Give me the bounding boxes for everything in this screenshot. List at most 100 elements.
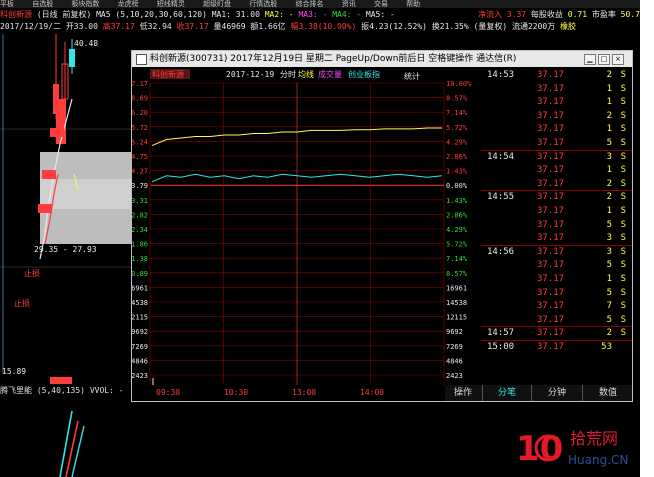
close-button[interactable]: × (612, 54, 624, 65)
quote-volume: 量46969 (213, 22, 246, 31)
tape-side: S (620, 178, 626, 189)
tape-row: 37.17 1 S (481, 164, 632, 176)
indicator-params: (5,40,135) (36, 386, 85, 395)
right-axis-tick: 8.57% (446, 95, 468, 103)
right-axis-tick: 2423 (446, 372, 463, 380)
low-price-label: 15.89 (2, 367, 26, 376)
pe-label: 市盈率 (591, 10, 616, 19)
tape-vol: 1 (606, 97, 612, 108)
watermark-url: Huang.CN (568, 453, 628, 467)
tape-row: 14:53 37.17 2 S (481, 69, 632, 81)
tape-row: 14:55 37.17 2 S (481, 191, 632, 203)
tab-operate[interactable]: 操作 (445, 385, 481, 401)
window-title: 科创新源(300731) 2017年12月19日 星期二 PageUp/Down… (150, 54, 517, 64)
quote-low: 低32.94 (139, 22, 172, 31)
left-axis-tick: 31.86 (132, 241, 148, 249)
high-price-label: 40.48 (74, 39, 98, 48)
left-axis-tick: 36.69 (132, 95, 148, 103)
kline-chart[interactable]: 40.48 29.35 - 27.93 15.89 止损 止损 (0, 34, 140, 384)
menu-item[interactable]: 帮助 (406, 0, 420, 8)
tape-vol: 5 (606, 314, 612, 325)
tape-vol: 5 (606, 260, 612, 271)
menu-item[interactable]: 板块指数 (71, 0, 99, 8)
stats-button[interactable]: 统计 (404, 71, 420, 81)
menu-item[interactable]: 自选股 (32, 0, 53, 8)
menu-item[interactable]: 资讯 (342, 0, 356, 8)
quote-change: 幅3.38(10.00%) (290, 22, 357, 31)
quote-amplitude: 振4.23(12.52%) (361, 22, 427, 31)
tape-row: 37.17 1 S (481, 205, 632, 217)
tape-row: 37.17 1 S (481, 273, 632, 285)
tape-time: 14:57 (487, 328, 515, 339)
tab-minutes[interactable]: 分钟 (531, 385, 582, 401)
tape-side: S (620, 192, 626, 203)
tape-time: 14:53 (487, 70, 515, 80)
intraday-chart[interactable]: 37.17 36.69 36.20 35.72 35.24 34.75 34.27 33.79… (132, 67, 472, 385)
ma2-value: MA2: - (264, 10, 294, 19)
tape-vol: 1 (606, 124, 612, 135)
tape-side: S (620, 83, 626, 94)
tape-row: 37.17 5 S (481, 287, 632, 299)
tape-row: 37.17 5 S (481, 259, 632, 271)
tape-side: S (620, 206, 626, 216)
watermark-brand: 拾荒网 (570, 429, 618, 448)
tab-ticks[interactable]: 分笔 (482, 385, 531, 401)
eps-value: 0.71 (567, 10, 588, 19)
intraday-popup-window[interactable]: 科创新源(300731) 2017年12月19日 星期二 PageUp/Down… (131, 50, 633, 402)
time-axis: 09:30 10:30 13:00 14:00 (132, 385, 445, 401)
right-axis-tick: 5.72% (446, 124, 468, 132)
tape-side: S (620, 219, 626, 230)
maximize-button[interactable]: □ (598, 54, 610, 65)
left-axis-tick: 33.79 (132, 182, 148, 190)
indicator-line (71, 425, 85, 477)
tape-price: 37.17 (537, 314, 565, 325)
tape-row: 37.17 1 S (481, 96, 632, 108)
tape-side: S (620, 287, 626, 298)
right-axis-tick: 10.00% (446, 80, 472, 88)
right-axis-tick: 1.43% (446, 197, 468, 205)
tape-price: 37.17 (537, 97, 565, 108)
window-titlebar[interactable]: 科创新源(300731) 2017年12月19日 星期二 PageUp/Down… (132, 51, 632, 67)
quote-row: 2017/12/19/二 开33.00 高37.17 低32.94 收37.17… (0, 22, 640, 32)
right-axis-tick: 1.43% (446, 168, 468, 176)
left-axis-tick: 2423 (132, 372, 148, 380)
indicator-line (65, 420, 79, 477)
menu-item[interactable]: 交易 (374, 0, 388, 8)
right-axis-tick: 14538 (446, 299, 467, 307)
indicator-vvol: VVOL: - (89, 386, 124, 395)
minimize-button[interactable]: ▁ (584, 54, 596, 65)
fundamentals: 净流入 3.37 每股收益 0.71 市盈率 50.79 (478, 10, 640, 20)
tape-side: S (620, 165, 626, 176)
left-axis-tick: 36.20 (132, 109, 148, 117)
menu-item[interactable]: 平板 (0, 0, 14, 8)
tape-row: 37.17 5 S (481, 137, 632, 149)
left-axis-tick: 16961 (132, 284, 148, 292)
tape-side: S (620, 274, 626, 284)
tape-row: 14:56 37.17 3 S (481, 246, 632, 258)
tape-price: 37.17 (537, 83, 565, 94)
chart-mode: (日线 前复权) (36, 10, 92, 19)
range-label: 29.35 - 27.93 (34, 245, 97, 254)
tape-vol: 2 (606, 178, 612, 189)
tick-tape: 14:53 37.17 2 S 37.17 1 S 37.17 1 S 37.17 2 S 37.17 1 S… (481, 67, 632, 385)
stop-loss-tag: 止损 (14, 298, 30, 308)
tape-vol: 2 (606, 192, 612, 203)
menu-item[interactable]: 行情选股 (249, 0, 277, 8)
tape-row: 14:54 37.17 3 S (481, 151, 632, 163)
tab-values[interactable]: 数值 (582, 385, 633, 401)
menu-item[interactable]: 短线精灵 (157, 0, 185, 8)
quote-note: (量复权) (473, 22, 508, 31)
tape-row: 15:00 37.17 53 (481, 341, 632, 353)
right-axis-tick: 4.29% (446, 226, 468, 234)
menu-item[interactable]: 龙虎榜 (118, 0, 139, 8)
tape-price: 37.17 (537, 246, 565, 257)
watermark-number: 10 (516, 429, 563, 469)
tape-row: 37.17 5 S (481, 219, 632, 231)
quote-open: 开33.00 (65, 22, 98, 31)
menu-item[interactable]: 超级盯盘 (203, 0, 231, 8)
indicator-line (59, 410, 73, 477)
left-axis-tick: 32.34 (132, 226, 148, 234)
quote-sector: 橡胶 (560, 22, 577, 31)
left-axis-tick: 7269 (132, 343, 148, 351)
menu-item[interactable]: 综合排名 (296, 0, 324, 8)
